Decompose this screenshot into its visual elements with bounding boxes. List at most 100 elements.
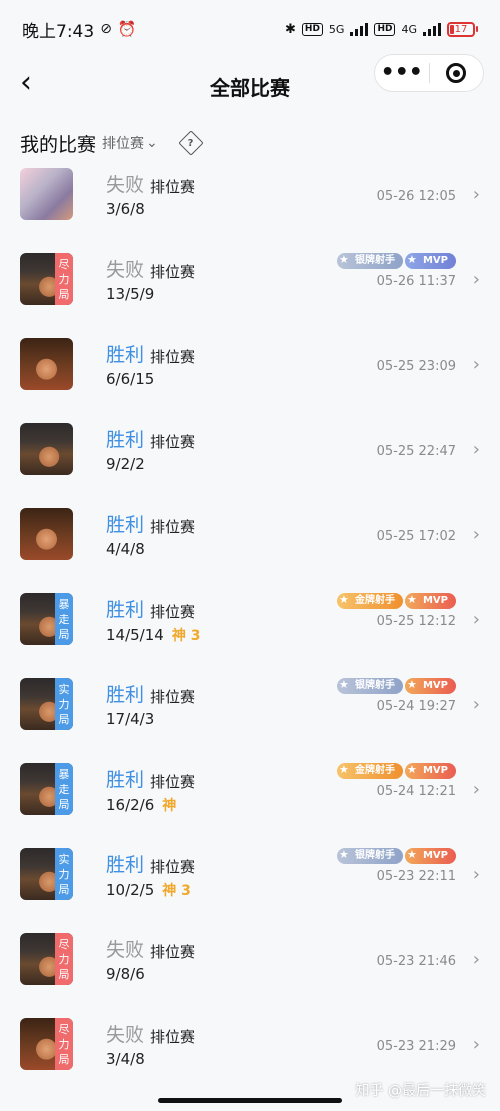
- honor-badge: 银牌射手: [336, 677, 403, 694]
- match-row[interactable]: 暴走局 胜利排位赛 16/2/6 神 金牌射手MVP 05-24 12:21 ›: [0, 762, 500, 819]
- match-mode: 排位赛: [150, 263, 196, 281]
- match-badge: 尽力局: [55, 1018, 73, 1070]
- match-time: 05-26 11:37: [376, 274, 456, 289]
- match-row[interactable]: 实力局 胜利排位赛 17/4/3 银牌射手MVP 05-24 19:27 ›: [0, 677, 500, 734]
- page-title: 全部比赛: [210, 75, 290, 100]
- mini-program-capsule: •••: [374, 54, 484, 92]
- match-result: 胜利: [106, 599, 145, 621]
- match-mode: 排位赛: [150, 518, 196, 536]
- nav-bar: ‹ 全部比赛 •••: [0, 54, 500, 114]
- chevron-right-icon: ›: [472, 439, 480, 460]
- more-dots-icon[interactable]: •••: [375, 62, 429, 84]
- match-time: 05-24 19:27: [376, 699, 456, 714]
- match-kda: 17/4/3: [106, 710, 155, 728]
- match-badge: 尽力局: [55, 933, 73, 985]
- god-mark: 神 3: [162, 883, 191, 899]
- hero-avatar: [20, 423, 73, 475]
- match-result: 胜利: [106, 854, 145, 876]
- match-result: 失败: [106, 1024, 145, 1046]
- honor-badge: MVP: [404, 592, 456, 609]
- match-kda: 16/2/6: [106, 796, 155, 814]
- match-kda: 6/6/15: [106, 370, 155, 388]
- match-time: 05-23 22:11: [376, 869, 456, 884]
- match-time: 05-25 17:02: [376, 529, 456, 544]
- chevron-right-icon: ›: [472, 269, 480, 290]
- battery-level: 17: [447, 21, 475, 37]
- hero-avatar: [20, 338, 73, 390]
- match-row[interactable]: 尽力局 失败 排位赛 9/8/6 05-23 21:46 ›: [0, 933, 500, 989]
- god-mark: 神: [162, 798, 177, 814]
- bluetooth-icon: ✱: [285, 21, 296, 37]
- match-row[interactable]: 暴走局 胜利排位赛 14/5/14 神 3 金牌射手MVP 05-25 12:12 ›: [0, 592, 500, 649]
- match-badge: 暴走局: [55, 593, 73, 645]
- section-title: 我的比赛: [20, 133, 97, 156]
- match-result: 胜利: [106, 769, 145, 791]
- match-kda: 13/5/9: [106, 285, 155, 303]
- hero-avatar: [20, 508, 73, 560]
- match-kda: 9/8/6: [106, 965, 145, 983]
- chevron-left-icon[interactable]: ‹: [20, 68, 50, 100]
- honor-badge: 金牌射手: [336, 762, 403, 779]
- honor-badges: 金牌射手MVP: [336, 592, 456, 609]
- god-mark: 神 3: [171, 628, 201, 644]
- hero-avatar: 暴走局: [20, 763, 73, 815]
- chevron-right-icon: ›: [472, 524, 480, 545]
- match-row[interactable]: 实力局 胜利排位赛 10/2/5 神 3 银牌射手MVP 05-23 22:11 ›: [0, 847, 500, 904]
- hero-avatar: 实力局: [20, 678, 73, 730]
- match-result: 失败: [106, 174, 145, 196]
- match-time: 05-25 23:09: [376, 359, 456, 374]
- match-result: 胜利: [106, 344, 145, 366]
- chevron-down-icon[interactable]: ⌄: [146, 135, 158, 151]
- honor-badge: MVP: [404, 677, 456, 694]
- watermark: 知乎 @最后一抹微笑: [355, 1083, 486, 1099]
- status-bar: 晚上7:43 ⊘ ⏰ ✱ HD 5G HD 4G 17: [0, 0, 500, 58]
- chevron-right-icon: ›: [472, 1034, 480, 1055]
- battery-icon: 17: [447, 21, 478, 37]
- honor-badge: MVP: [404, 762, 456, 779]
- match-time: 05-25 22:47: [376, 444, 456, 459]
- hero-avatar: 暴走局: [20, 593, 73, 645]
- hd-icon: HD: [301, 22, 323, 36]
- match-row[interactable]: 尽力局 失败 排位赛 3/4/8 05-23 21:29 ›: [0, 1018, 500, 1074]
- match-result: 失败: [106, 259, 145, 281]
- match-mode: 排位赛: [150, 858, 196, 876]
- chevron-right-icon: ›: [472, 779, 480, 800]
- honor-badge: MVP: [404, 252, 456, 269]
- signal-icon-2: [423, 22, 441, 36]
- match-result: 胜利: [106, 684, 145, 706]
- match-badge: 暴走局: [55, 763, 73, 815]
- hero-avatar: [20, 168, 73, 220]
- match-badge: 实力局: [55, 678, 73, 730]
- match-result: 胜利: [106, 429, 145, 451]
- match-time: 05-23 21:46: [376, 954, 456, 969]
- signal-icon: [350, 22, 369, 36]
- match-row[interactable]: 胜利 排位赛 4/4/8 05-25 17:02 ›: [0, 508, 500, 564]
- match-row[interactable]: 失败 排位赛 3/6/8 05-26 12:05 ›: [0, 168, 500, 224]
- honor-badges: 金牌射手MVP: [336, 762, 456, 779]
- honor-badges: 银牌射手MVP: [336, 847, 456, 864]
- mute-icon: ⊘: [100, 21, 112, 37]
- hd-icon-2: HD: [374, 22, 396, 36]
- alarm-icon: ⏰: [117, 20, 137, 38]
- match-kda: 14/5/14: [106, 626, 164, 644]
- match-row[interactable]: 尽力局 失败排位赛 13/5/9 银牌射手MVP 05-26 11:37 ›: [0, 252, 500, 309]
- section-header: 我的比赛 排位赛 ⌄ ?: [20, 126, 204, 160]
- match-result: 失败: [106, 939, 145, 961]
- match-row[interactable]: 胜利 排位赛 9/2/2 05-25 22:47 ›: [0, 423, 500, 479]
- hero-avatar: 实力局: [20, 848, 73, 900]
- match-kda: 4/4/8: [106, 540, 145, 558]
- chevron-right-icon: ›: [472, 694, 480, 715]
- match-mode: 排位赛: [150, 688, 196, 706]
- question-diamond-icon[interactable]: ?: [178, 130, 204, 156]
- chevron-right-icon: ›: [472, 184, 480, 205]
- home-indicator[interactable]: [158, 1098, 342, 1103]
- honor-badge: 银牌射手: [336, 847, 403, 864]
- mode-filter[interactable]: 排位赛: [102, 133, 144, 153]
- target-icon[interactable]: [429, 63, 483, 83]
- hero-avatar: 尽力局: [20, 253, 73, 305]
- honor-badges: 银牌射手MVP: [336, 677, 456, 694]
- match-row[interactable]: 胜利 排位赛 6/6/15 05-25 23:09 ›: [0, 338, 500, 394]
- match-kda: 10/2/5: [106, 881, 155, 899]
- match-kda: 3/4/8: [106, 1050, 145, 1068]
- network-4g-label: 4G: [401, 22, 417, 36]
